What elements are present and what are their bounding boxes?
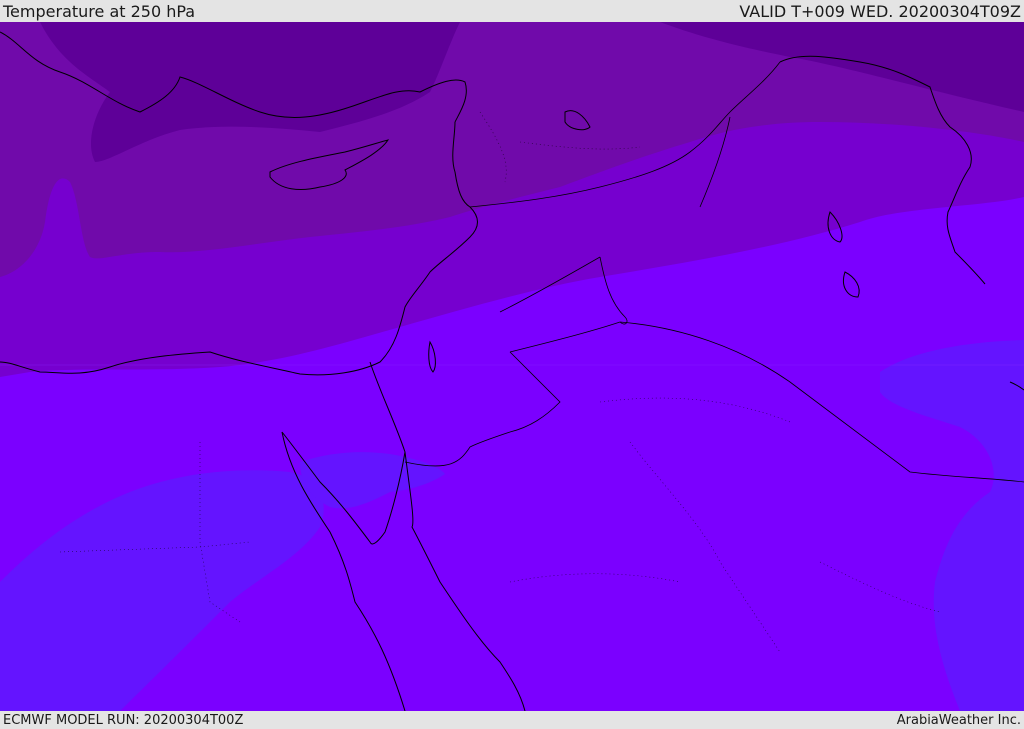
credit-label: ArabiaWeather Inc. bbox=[896, 712, 1021, 728]
header-bar: Temperature at 250 hPa VALID T+009 WED. … bbox=[0, 0, 1024, 22]
map-title: Temperature at 250 hPa bbox=[3, 1, 196, 21]
footer-bar: ECMWF MODEL RUN: 20200304T00Z ArabiaWeat… bbox=[0, 711, 1024, 729]
weather-map bbox=[0, 22, 1024, 711]
valid-time-label: VALID T+009 WED. 20200304T09Z bbox=[739, 1, 1021, 21]
map-canvas bbox=[0, 22, 1024, 711]
model-run-label: ECMWF MODEL RUN: 20200304T00Z bbox=[3, 712, 244, 728]
